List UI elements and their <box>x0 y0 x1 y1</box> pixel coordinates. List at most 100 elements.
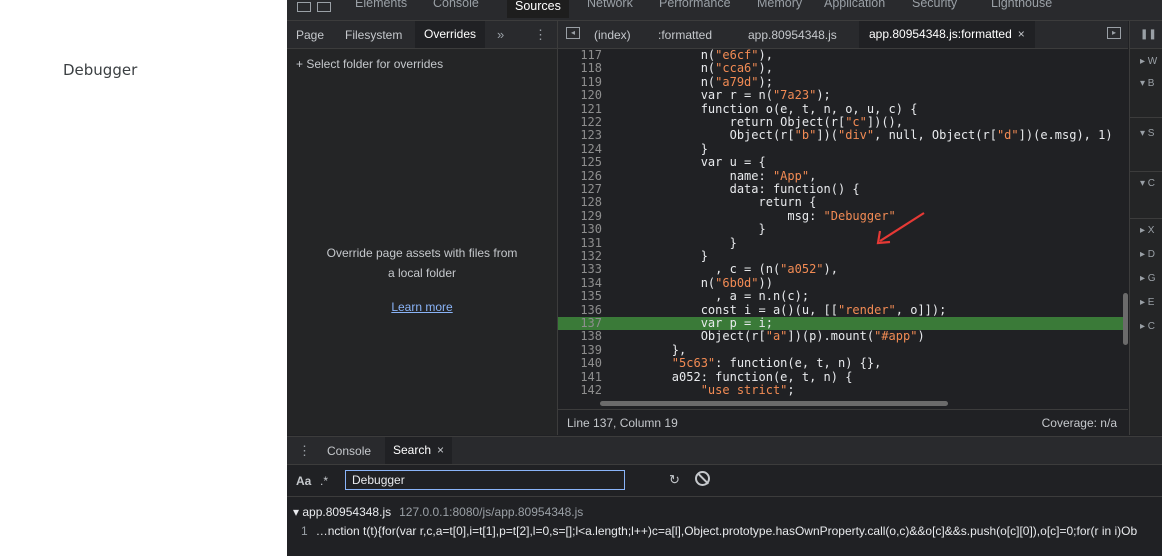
line-number[interactable]: 136 <box>558 303 602 317</box>
toggle-navigator-icon[interactable]: ◂ <box>566 27 580 39</box>
tab-drawer-console[interactable]: Console <box>327 444 371 458</box>
regex-button[interactable]: .* <box>320 474 328 488</box>
sidebar-section-dom[interactable]: ▸ D <box>1140 249 1155 260</box>
line-number[interactable]: 132 <box>558 250 602 263</box>
line-number[interactable]: 134 <box>558 276 602 290</box>
line-number[interactable]: 131 <box>558 236 602 250</box>
code-line[interactable]: 132 } <box>558 250 1128 263</box>
sidebar-section-breakpoints[interactable]: ▾ B <box>1140 78 1154 89</box>
tab-app-js-formatted[interactable]: app.80954348.js:formatted × <box>859 21 1035 48</box>
tab-lighthouse[interactable]: Lighthouse <box>991 0 1052 10</box>
line-number[interactable]: 140 <box>558 357 602 370</box>
sidebar-section-scope[interactable]: ▾ S <box>1140 128 1154 139</box>
sidebar-section-xhr[interactable]: ▸ X <box>1140 225 1154 236</box>
code-area[interactable]: 117 n("e6cf"), 118 n("cca6"), 119 n("a79d"… <box>558 49 1128 407</box>
code-line[interactable]: 123 Object(r["b"])("div", null, Object(r… <box>558 129 1128 142</box>
code-line[interactable]: 121 function o(e, t, n, o, u, c) { <box>558 102 1128 116</box>
close-icon[interactable]: × <box>1018 27 1025 41</box>
kebab-menu-icon[interactable]: ⋮ <box>534 27 547 43</box>
select-folder-button[interactable]: + Select folder for overrides <box>296 57 443 71</box>
code-line[interactable]: 125 var u = { <box>558 156 1128 169</box>
code-line[interactable]: 122 return Object(r["c"])(), <box>558 116 1128 129</box>
line-number[interactable]: 117 <box>558 49 602 62</box>
line-number[interactable]: 128 <box>558 196 602 209</box>
tab-memory[interactable]: Memory <box>757 0 802 10</box>
search-result-line[interactable]: 1 …nction t(t){for(var r,c,a=t[0],i=t[1],… <box>287 522 1162 540</box>
vertical-scrollbar[interactable] <box>1123 293 1128 345</box>
code-line[interactable]: 141 a052: function(e, t, n) { <box>558 370 1128 384</box>
tab-performance[interactable]: Performance <box>659 0 731 10</box>
sidebar-section-event[interactable]: ▸ E <box>1140 297 1154 308</box>
code-line[interactable]: 128 return { <box>558 196 1128 209</box>
code-line[interactable]: 137 var p = i; <box>558 317 1128 330</box>
code-line[interactable]: 124 } <box>558 142 1128 156</box>
device-toolbar-icon[interactable] <box>317 2 331 12</box>
line-number[interactable]: 119 <box>558 75 602 89</box>
line-number[interactable]: 123 <box>558 129 602 142</box>
line-number[interactable]: 141 <box>558 370 602 384</box>
code-line[interactable]: 142 "use strict"; <box>558 384 1128 397</box>
close-icon[interactable]: × <box>437 443 444 457</box>
tab-elements[interactable]: Elements <box>355 0 407 10</box>
code-line[interactable]: 129 msg: "Debugger" <box>558 209 1128 223</box>
code-line[interactable]: 117 n("e6cf"), <box>558 49 1128 62</box>
code-line[interactable]: 140 "5c63": function(e, t, n) {}, <box>558 357 1128 370</box>
sidebar-section-global[interactable]: ▸ G <box>1140 273 1156 284</box>
tab-drawer-search[interactable]: Search × <box>385 437 453 464</box>
line-number[interactable]: 129 <box>558 209 602 223</box>
code-line[interactable]: 135 , a = n.n(c); <box>558 290 1128 303</box>
line-number[interactable]: 122 <box>558 116 602 129</box>
learn-more-link[interactable]: Learn more <box>287 300 557 314</box>
inspect-icon[interactable] <box>297 2 311 12</box>
code-line[interactable]: 127 data: function() { <box>558 183 1128 196</box>
tab-formatted[interactable]: :formatted <box>658 28 712 42</box>
line-number[interactable]: 130 <box>558 223 602 236</box>
line-number[interactable]: 127 <box>558 183 602 196</box>
tab-network[interactable]: Network <box>587 0 633 10</box>
code-line[interactable]: 139 }, <box>558 343 1128 357</box>
match-case-button[interactable]: Aa <box>296 474 311 488</box>
code-line[interactable]: 131 } <box>558 236 1128 250</box>
code-line[interactable]: 119 n("a79d"); <box>558 75 1128 89</box>
pause-icon[interactable]: ❚❚ <box>1130 21 1162 49</box>
tab-filesystem[interactable]: Filesystem <box>345 28 402 42</box>
tab-index[interactable]: (index) <box>594 28 631 42</box>
tab-sources[interactable]: Sources <box>507 0 569 18</box>
code-line[interactable]: 120 var r = n("7a23"); <box>558 89 1128 102</box>
line-number[interactable]: 126 <box>558 169 602 183</box>
tab-application[interactable]: Application <box>824 0 885 10</box>
line-number[interactable]: 125 <box>558 156 602 169</box>
more-tabs-icon[interactable]: » <box>497 27 504 42</box>
line-number[interactable]: 139 <box>558 343 602 357</box>
line-number[interactable]: 137 <box>558 317 602 330</box>
code-line[interactable]: 133 , c = (n("a052"), <box>558 263 1128 276</box>
tab-page[interactable]: Page <box>296 28 324 42</box>
refresh-icon[interactable]: ↻ <box>669 472 680 488</box>
search-input[interactable] <box>345 470 625 490</box>
code-line[interactable]: 118 n("cca6"), <box>558 62 1128 75</box>
line-number[interactable]: 120 <box>558 89 602 102</box>
line-number[interactable]: 133 <box>558 263 602 276</box>
line-number[interactable]: 142 <box>558 384 602 397</box>
line-number[interactable]: 124 <box>558 142 602 156</box>
line-number[interactable]: 118 <box>558 62 602 75</box>
line-number[interactable]: 121 <box>558 102 602 116</box>
horizontal-scrollbar[interactable] <box>600 401 948 406</box>
sidebar-section-watch[interactable]: ▸ W <box>1140 56 1157 67</box>
search-result-file[interactable]: ▾ app.80954348.js 127.0.0.1:8080/js/app.8… <box>293 505 583 519</box>
tab-overrides[interactable]: Overrides <box>415 21 486 48</box>
tab-app-js[interactable]: app.80954348.js <box>748 28 837 42</box>
code-line[interactable]: 134 n("6b0d")) <box>558 276 1128 290</box>
line-number[interactable]: 135 <box>558 290 602 303</box>
code-line[interactable]: 130 } <box>558 223 1128 236</box>
sidebar-section-callstack[interactable]: ▾ C <box>1140 178 1155 189</box>
sidebar-section-csp[interactable]: ▸ C <box>1140 321 1155 332</box>
toggle-debugger-icon[interactable]: ▸ <box>1107 27 1121 39</box>
tab-security[interactable]: Security <box>912 0 957 10</box>
code-line[interactable]: 136 const i = a()(u, [["render", o]]); <box>558 303 1128 317</box>
drawer-menu-icon[interactable]: ⋮ <box>298 443 311 459</box>
code-line[interactable]: 138 Object(r["a"])(p).mount("#app") <box>558 330 1128 343</box>
clear-icon[interactable] <box>695 471 710 486</box>
code-line[interactable]: 126 name: "App", <box>558 169 1128 183</box>
line-number[interactable]: 138 <box>558 330 602 343</box>
